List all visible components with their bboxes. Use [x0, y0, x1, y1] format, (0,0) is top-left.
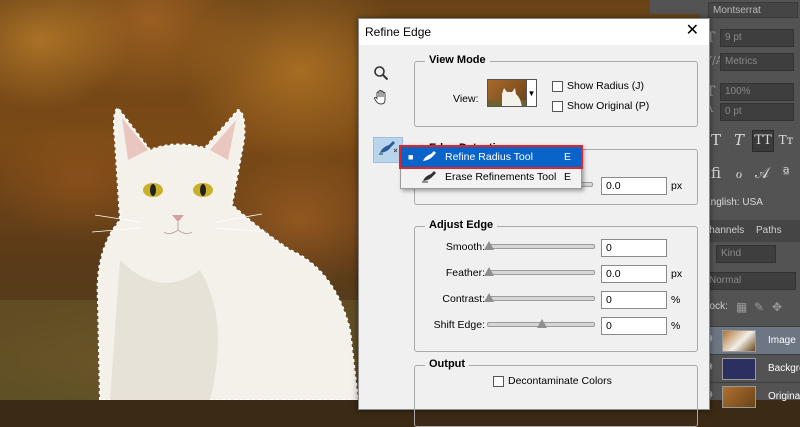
- dialog-titlebar: Refine Edge ✕: [359, 19, 709, 45]
- menu-item-shortcut: E: [563, 151, 571, 163]
- menu-item-refine-radius-tool[interactable]: ■ Refine Radius Tool E: [399, 145, 583, 169]
- selected-bullet-icon: ■: [408, 152, 414, 162]
- decontaminate-label: Decontaminate Colors: [508, 375, 612, 387]
- feather-slider[interactable]: [484, 267, 595, 276]
- feather-label: Feather:: [445, 267, 485, 279]
- smooth-slider-thumb[interactable]: [484, 241, 494, 250]
- feather-slider-thumb[interactable]: [484, 267, 494, 276]
- shift-edge-slider[interactable]: [487, 319, 595, 328]
- decontaminate-checkbox[interactable]: [493, 376, 504, 387]
- font-size-field[interactable]: 9 pt: [720, 29, 794, 47]
- tab-paths[interactable]: Paths: [756, 222, 782, 240]
- menu-item-label: Erase Refinements Tool: [445, 171, 557, 183]
- dialog-title: Refine Edge: [365, 25, 432, 39]
- show-radius-checkbox[interactable]: [552, 81, 563, 92]
- smallcaps-type-button[interactable]: Tт: [776, 130, 796, 150]
- contrast-slider-thumb[interactable]: [484, 293, 494, 302]
- italic-type-button[interactable]: T: [729, 130, 749, 150]
- layer-thumbnail: [722, 358, 756, 380]
- erase-refinements-icon: [421, 169, 439, 186]
- radius-unit: px: [671, 180, 683, 192]
- view-dropdown-arrow[interactable]: ▼: [527, 79, 537, 107]
- adjust-edge-title: Adjust Edge: [425, 219, 498, 231]
- scale-field[interactable]: 100%: [720, 83, 794, 101]
- shift-edge-slider-thumb[interactable]: [537, 319, 547, 328]
- shift-edge-unit: %: [671, 320, 681, 332]
- close-icon[interactable]: ✕: [686, 22, 699, 40]
- language-select[interactable]: English: USA: [700, 195, 800, 213]
- view-label: View:: [453, 93, 479, 105]
- menu-item-shortcut: E: [563, 171, 571, 183]
- image-thumbnail-strip: [650, 0, 700, 14]
- refine-radius-tool-icon[interactable]: [373, 137, 403, 163]
- layer-thumbnail: [722, 330, 756, 352]
- view-preview-thumbnail[interactable]: [487, 79, 527, 107]
- kerning-field[interactable]: Metrics: [720, 53, 794, 71]
- refine-edge-dialog: Refine Edge ✕ View Mode View: ▼ Show Rad…: [358, 18, 710, 427]
- view-mode-group: View Mode View: ▼ Show Radius (J) Show O…: [414, 54, 698, 127]
- stylistic-button[interactable]: 𝒜: [752, 163, 772, 183]
- hand-tool-icon[interactable]: [371, 89, 391, 109]
- contrast-value-field[interactable]: 0: [601, 291, 667, 309]
- font-family-field[interactable]: Montserrat: [708, 2, 798, 18]
- show-original-label: Show Original (P): [567, 100, 650, 112]
- blend-mode-select[interactable]: Normal: [704, 272, 796, 290]
- smooth-value-field[interactable]: 0: [601, 239, 667, 257]
- menu-item-erase-refinements-tool[interactable]: Erase Refinements Tool E: [401, 167, 581, 187]
- show-original-checkbox[interactable]: [552, 101, 563, 112]
- contrast-unit: %: [671, 294, 681, 306]
- layer-row[interactable]: ◉ Original: [700, 382, 800, 410]
- feather-unit: px: [671, 268, 683, 280]
- layer-filter-select[interactable]: Kind: [716, 245, 776, 263]
- shift-edge-label: Shift Edge:: [433, 319, 485, 331]
- contrast-slider[interactable]: [484, 293, 595, 302]
- layer-row[interactable]: ◉ Image: [700, 326, 800, 354]
- smooth-slider[interactable]: [484, 241, 595, 250]
- layer-name: Original: [768, 391, 800, 402]
- show-radius-label: Show Radius (J): [567, 80, 645, 92]
- lock-brush-icon[interactable]: ✎: [754, 300, 764, 314]
- lock-move-icon[interactable]: ✥: [772, 300, 782, 314]
- swash-button[interactable]: ℴ: [729, 163, 749, 183]
- allcaps-type-button[interactable]: TT: [752, 130, 774, 152]
- contrast-label: Contrast:: [442, 293, 485, 305]
- refine-radius-brush-icon: [421, 149, 439, 166]
- photoshop-side-panel: Montserrat T 9 pt V/A Metrics T 100% A 0…: [700, 0, 800, 408]
- output-title: Output: [425, 358, 470, 370]
- zoom-tool-icon[interactable]: [371, 65, 391, 85]
- radius-value-field[interactable]: 0.0: [601, 177, 667, 195]
- menu-item-label: Refine Radius Tool: [445, 151, 533, 163]
- tool-popup-menu: ■ Refine Radius Tool E Erase Refinements…: [399, 145, 583, 189]
- shift-edge-value-field[interactable]: 0: [601, 317, 667, 335]
- smooth-label: Smooth:: [445, 241, 485, 253]
- tool-column: [359, 45, 403, 415]
- layer-thumbnail: [722, 386, 756, 408]
- feather-value-field[interactable]: 0.0: [601, 265, 667, 283]
- titling-button[interactable]: ª: [776, 163, 796, 183]
- lock-pixels-icon[interactable]: ▦: [736, 300, 747, 314]
- adjust-edge-group: Adjust Edge Smooth: 0 Feather: 0.0 px Co…: [414, 219, 698, 352]
- output-group: Output Decontaminate Colors: [414, 358, 698, 427]
- layer-name: Image: [768, 335, 796, 346]
- view-mode-title: View Mode: [425, 54, 490, 66]
- layer-name: Background: [768, 363, 800, 374]
- layer-row[interactable]: ◉ Background: [700, 354, 800, 382]
- baseline-field[interactable]: 0 pt: [720, 103, 794, 121]
